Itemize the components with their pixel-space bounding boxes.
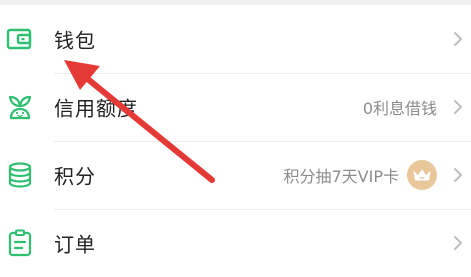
menu-item-orders[interactable]: 订单 (0, 209, 471, 277)
menu-item-label: 订单 (54, 232, 96, 257)
chevron-right-icon (453, 99, 463, 115)
promo-text: 积分抽7天VIP卡 (283, 167, 400, 186)
menu-item-label: 积分 (54, 164, 96, 189)
clipboard-icon (5, 228, 35, 258)
chevron-right-icon (453, 31, 463, 47)
menu-item-points[interactable]: 积分 积分抽7天VIP卡 (0, 141, 471, 209)
menu-item-extra: 积分抽7天VIP卡 (283, 160, 437, 190)
wallet-icon (5, 24, 35, 54)
chevron-right-icon (453, 167, 463, 183)
sprout-icon (5, 92, 35, 122)
promo-text: 0利息借钱 (362, 99, 437, 118)
menu-item-extra: 0利息借钱 (363, 95, 437, 119)
menu-item-label: 钱包 (54, 28, 96, 53)
menu-item-label: 信用额度 (54, 96, 138, 121)
menu-list: 钱包 信用额度 0利息借钱 积分 积分抽7天VIP卡 订单 (0, 5, 471, 277)
menu-item-credit-limit[interactable]: 信用额度 0利息借钱 (0, 73, 471, 141)
coins-stack-icon (5, 160, 35, 190)
menu-item-wallet[interactable]: 钱包 (0, 5, 471, 73)
chevron-right-icon (453, 235, 463, 251)
crown-icon (407, 160, 437, 190)
